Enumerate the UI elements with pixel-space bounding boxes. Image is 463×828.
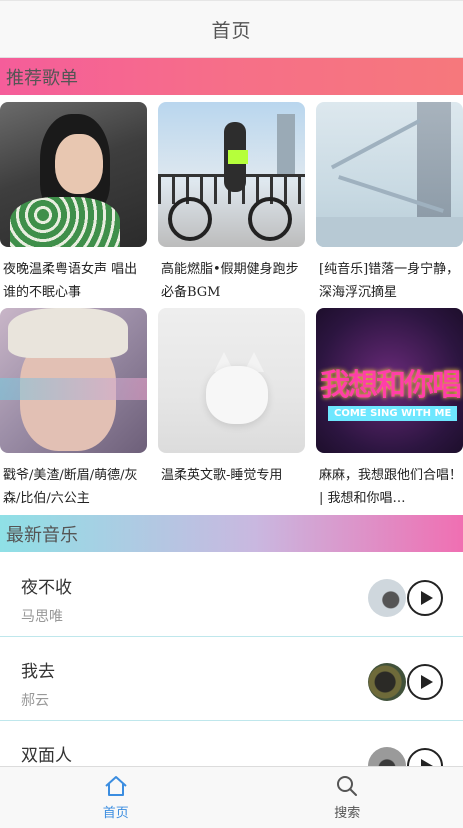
playlist-card[interactable]: 我想和你唱 COME SING WITH ME 麻麻，我想跟他们合唱！| 我想和… xyxy=(316,308,463,514)
playlist-cover[interactable] xyxy=(158,308,305,453)
tab-search[interactable]: 搜索 xyxy=(232,767,463,828)
playlist-cover[interactable] xyxy=(316,102,463,247)
tab-home[interactable]: 首页 xyxy=(0,767,232,828)
playlist-cover[interactable] xyxy=(0,308,147,453)
song-thumbnail xyxy=(368,663,406,701)
playlist-grid: 夜晚温柔粤语女声 唱出谁的不眠心事 高能燃脂•假期健身跑步必备BGM [纯音乐]… xyxy=(0,102,463,514)
playlist-title[interactable]: 温柔英文歌-睡觉专用 xyxy=(158,464,305,510)
playlist-card[interactable]: 温柔英文歌-睡觉专用 xyxy=(158,308,305,514)
playlist-title[interactable]: 高能燃脂•假期健身跑步必备BGM xyxy=(158,258,305,304)
page-title: 首页 xyxy=(211,19,252,42)
playlist-title[interactable]: 戳爷/美渣/断眉/萌德/灰森/比伯/六公主 xyxy=(0,464,147,510)
playlist-card[interactable]: 夜晚温柔粤语女声 唱出谁的不眠心事 xyxy=(0,102,147,308)
song-name: 我去 xyxy=(21,662,55,682)
home-icon xyxy=(105,776,127,796)
song-artist: 马思唯 xyxy=(21,609,63,625)
section-recommend-header: 推荐歌单 xyxy=(0,58,463,95)
playlist-title[interactable]: [纯音乐]错落一身宁静，深海浮沉摘星 xyxy=(316,258,463,304)
bottom-tab-bar: 首页 搜索 xyxy=(0,766,463,828)
playlist-card[interactable]: 高能燃脂•假期健身跑步必备BGM xyxy=(158,102,305,308)
section-latest-title: 最新音乐 xyxy=(6,524,78,546)
song-thumbnail xyxy=(368,579,406,617)
app-header: 首页 xyxy=(0,0,463,58)
cover-title-text: 我想和你唱 xyxy=(320,368,462,403)
playlist-card[interactable]: [纯音乐]错落一身宁静，深海浮沉摘星 xyxy=(316,102,463,308)
tab-home-label: 首页 xyxy=(102,806,129,821)
play-icon xyxy=(420,675,433,689)
section-recommend-title: 推荐歌单 xyxy=(6,67,78,89)
search-icon xyxy=(337,776,358,796)
song-item[interactable]: 我去 郝云 xyxy=(0,637,463,721)
playlist-card[interactable]: 戳爷/美渣/断眉/萌德/灰森/比伯/六公主 xyxy=(0,308,147,514)
song-name: 双面人 xyxy=(21,746,72,766)
song-artist: 郝云 xyxy=(21,693,49,709)
playlist-cover[interactable] xyxy=(158,102,305,247)
section-latest-header: 最新音乐 xyxy=(0,515,463,552)
playlist-title[interactable]: 夜晚温柔粤语女声 唱出谁的不眠心事 xyxy=(0,258,147,304)
playlist-cover[interactable]: 我想和你唱 COME SING WITH ME xyxy=(316,308,463,453)
cover-subtitle-text: COME SING WITH ME xyxy=(328,406,458,421)
tab-search-label: 搜索 xyxy=(334,806,361,821)
playlist-cover[interactable] xyxy=(0,102,147,247)
playlist-title[interactable]: 麻麻，我想跟他们合唱！| 我想和你唱… xyxy=(316,464,463,510)
song-name: 夜不收 xyxy=(21,578,72,598)
play-button[interactable] xyxy=(407,580,443,616)
song-item[interactable]: 夜不收 马思唯 xyxy=(0,553,463,637)
play-icon xyxy=(420,591,433,605)
play-button[interactable] xyxy=(407,664,443,700)
